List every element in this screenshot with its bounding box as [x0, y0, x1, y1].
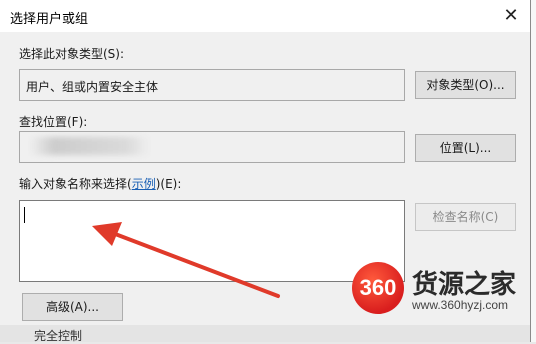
object-names-input[interactable]	[19, 200, 405, 282]
object-types-button[interactable]: 对象类型(O)...	[415, 71, 516, 99]
object-type-field: 用户、组或内置安全主体	[19, 69, 405, 101]
locations-button[interactable]: 位置(L)...	[415, 134, 516, 162]
examples-link[interactable]: 示例	[132, 177, 156, 191]
watermark-360-logo: 360	[352, 262, 404, 314]
title-bar: 选择用户或组 ✕	[0, 0, 530, 32]
close-icon[interactable]: ✕	[496, 1, 526, 31]
watermark-brand: 货源之家	[412, 270, 517, 300]
object-type-value: 用户、组或内置安全主体	[26, 80, 159, 94]
location-label: 查找位置(F):	[19, 115, 88, 129]
check-names-button[interactable]: 检查名称(C)	[415, 203, 516, 231]
dialog-title: 选择用户或组	[10, 12, 89, 27]
location-field	[19, 131, 405, 163]
advanced-button[interactable]: 高级(A)...	[22, 293, 123, 321]
background-partial-text: 完全控制	[34, 329, 83, 343]
names-label-suffix: )(E):	[155, 177, 182, 191]
names-label-prefix: 输入对象名称来选择(	[19, 177, 132, 191]
text-caret	[24, 207, 25, 223]
names-label: 输入对象名称来选择(示例)(E):	[19, 175, 181, 192]
object-type-label: 选择此对象类型(S):	[19, 47, 125, 61]
watermark-url: www.360hyzj.com	[412, 298, 509, 312]
blurred-location-value	[30, 137, 150, 155]
